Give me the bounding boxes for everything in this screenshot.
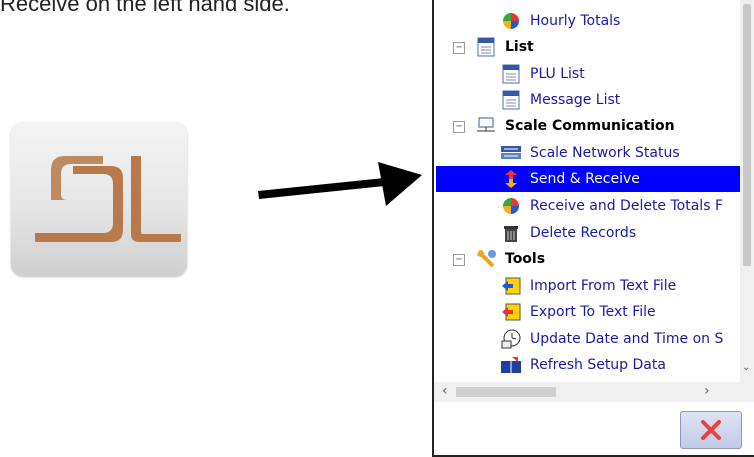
sl-app-logo — [11, 122, 187, 276]
refresh-data-icon — [500, 355, 522, 375]
import-icon — [500, 276, 522, 296]
plu-doc-icon — [500, 64, 522, 84]
network-status-icon — [500, 143, 522, 163]
horizontal-scrollbar[interactable]: ‹ › — [434, 382, 754, 402]
tree-item-hourly-totals[interactable]: Hourly Totals — [500, 8, 620, 34]
tree-item-plu-list[interactable]: PLU List — [500, 61, 585, 87]
list-doc-icon — [475, 37, 497, 57]
collapse-tools-toggle[interactable]: − — [453, 254, 465, 266]
horizontal-scroll-thumb[interactable] — [456, 387, 556, 397]
tree-item-refresh-setup[interactable]: Refresh Setup Data — [500, 352, 666, 378]
tree-group-list[interactable]: List — [475, 34, 534, 60]
send-receive-icon — [500, 169, 522, 189]
pointer-arrow — [258, 158, 422, 212]
tree-item-message-list[interactable]: Message List — [500, 87, 620, 113]
tree-group-tools[interactable]: Tools — [475, 246, 545, 272]
export-icon — [500, 302, 522, 322]
tree-item-receive-delete-totals[interactable]: Receive and Delete Totals F — [500, 193, 723, 219]
pie-chart-icon — [500, 11, 522, 31]
collapse-scale-communication-toggle[interactable]: − — [453, 121, 465, 133]
close-button[interactable] — [680, 411, 742, 449]
tree-item-import-text[interactable]: Import From Text File — [500, 273, 676, 299]
navigation-panel: Hourly Totals − List PLU List Message Li… — [432, 0, 754, 457]
navigation-tree: Hourly Totals − List PLU List Message Li… — [434, 0, 740, 382]
close-icon — [701, 420, 721, 440]
clock-icon — [500, 329, 522, 349]
pie-chart-icon — [500, 196, 522, 216]
tree-item-scale-network-status[interactable]: Scale Network Status — [500, 140, 680, 166]
instruction-caption: Receive on the left hand side. — [0, 0, 290, 16]
scroll-left-icon[interactable]: ‹ — [442, 383, 448, 399]
tree-item-delete-records[interactable]: Delete Records — [500, 220, 636, 246]
tree-item-update-date-time[interactable]: Update Date and Time on S — [500, 326, 723, 352]
tools-icon — [475, 249, 497, 269]
tree-item-export-text[interactable]: Export To Text File — [500, 299, 656, 325]
trash-icon — [500, 223, 522, 243]
scroll-down-icon[interactable]: ⌄ — [742, 362, 750, 373]
tree-group-scale-communication[interactable]: Scale Communication — [475, 113, 675, 139]
vertical-scroll-thumb[interactable] — [743, 4, 751, 266]
network-icon — [475, 116, 497, 136]
tree-item-send-receive[interactable]: Send & Receive — [436, 166, 740, 192]
collapse-list-toggle[interactable]: − — [453, 42, 465, 54]
scroll-right-icon[interactable]: › — [704, 383, 710, 399]
message-doc-icon — [500, 90, 522, 110]
vertical-scrollbar[interactable]: ⌄ — [740, 0, 754, 382]
